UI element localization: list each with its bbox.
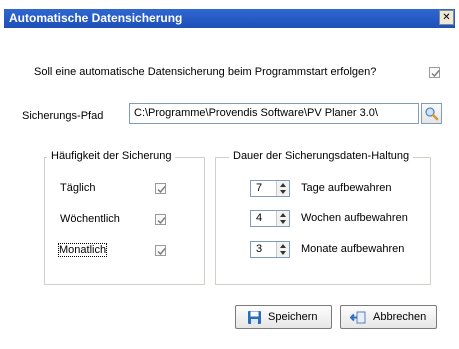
weeks-spinner[interactable]: 4 — [250, 210, 290, 227]
search-icon — [425, 107, 439, 121]
months-value: 3 — [256, 243, 263, 255]
days-spinner-arrows[interactable] — [276, 181, 289, 196]
daily-checkbox[interactable] — [155, 183, 166, 194]
backup-path-label: Sicherungs-Pfad — [22, 110, 104, 122]
save-button[interactable]: Speichern — [235, 305, 332, 329]
spin-up-icon[interactable] — [280, 213, 286, 217]
months-label: Monate aufbewahren — [301, 243, 405, 255]
title-bar: Automatische Datensicherung ✕ — [4, 9, 455, 28]
weeks-spinner-arrows[interactable] — [276, 211, 289, 226]
spin-up-icon[interactable] — [280, 244, 286, 248]
weekly-label: Wöchentlich — [60, 213, 120, 225]
spin-down-icon[interactable] — [280, 220, 286, 224]
monthly-label: Monatlich — [57, 243, 108, 257]
checkmark-icon — [431, 70, 440, 78]
months-spinner[interactable]: 3 — [250, 241, 290, 258]
days-spinner[interactable]: 7 — [250, 180, 290, 197]
window-title: Automatische Datensicherung — [9, 11, 183, 25]
weeks-value: 4 — [256, 212, 263, 224]
save-button-label: Speichern — [268, 311, 318, 323]
checkmark-icon — [157, 248, 166, 256]
daily-label: Täglich — [60, 182, 96, 194]
months-spinner-arrows[interactable] — [276, 242, 289, 257]
browse-path-button[interactable] — [421, 103, 442, 124]
weekly-checkbox[interactable] — [155, 214, 166, 225]
backup-path-input[interactable]: C:\Programme\Provendis Software\PV Plane… — [129, 103, 419, 124]
days-value: 7 — [256, 182, 263, 194]
days-label: Tage aufbewahren — [301, 182, 392, 194]
cancel-button-label: Abbrechen — [373, 311, 427, 323]
cancel-button[interactable]: Abbrechen — [340, 305, 437, 329]
cancel-icon — [350, 311, 366, 324]
checkmark-icon — [157, 186, 166, 194]
startup-backup-checkbox[interactable] — [429, 67, 440, 78]
monthly-checkbox[interactable] — [155, 245, 166, 256]
startup-backup-label: Soll eine automatische Datensicherung be… — [34, 66, 377, 78]
close-icon: ✕ — [442, 12, 451, 23]
close-button[interactable]: ✕ — [439, 10, 454, 25]
spin-down-icon[interactable] — [280, 251, 286, 255]
checkmark-icon — [157, 217, 166, 225]
floppy-disk-icon — [248, 311, 261, 324]
frequency-group-title: Häufigkeit der Sicherung — [47, 150, 176, 162]
spin-up-icon[interactable] — [280, 183, 286, 187]
weeks-label: Wochen aufbewahren — [301, 212, 408, 224]
retention-group-title: Dauer der Sicherungsdaten-Haltung — [229, 150, 414, 162]
spin-down-icon[interactable] — [280, 190, 286, 194]
backup-path-value: C:\Programme\Provendis Software\PV Plane… — [134, 107, 378, 119]
